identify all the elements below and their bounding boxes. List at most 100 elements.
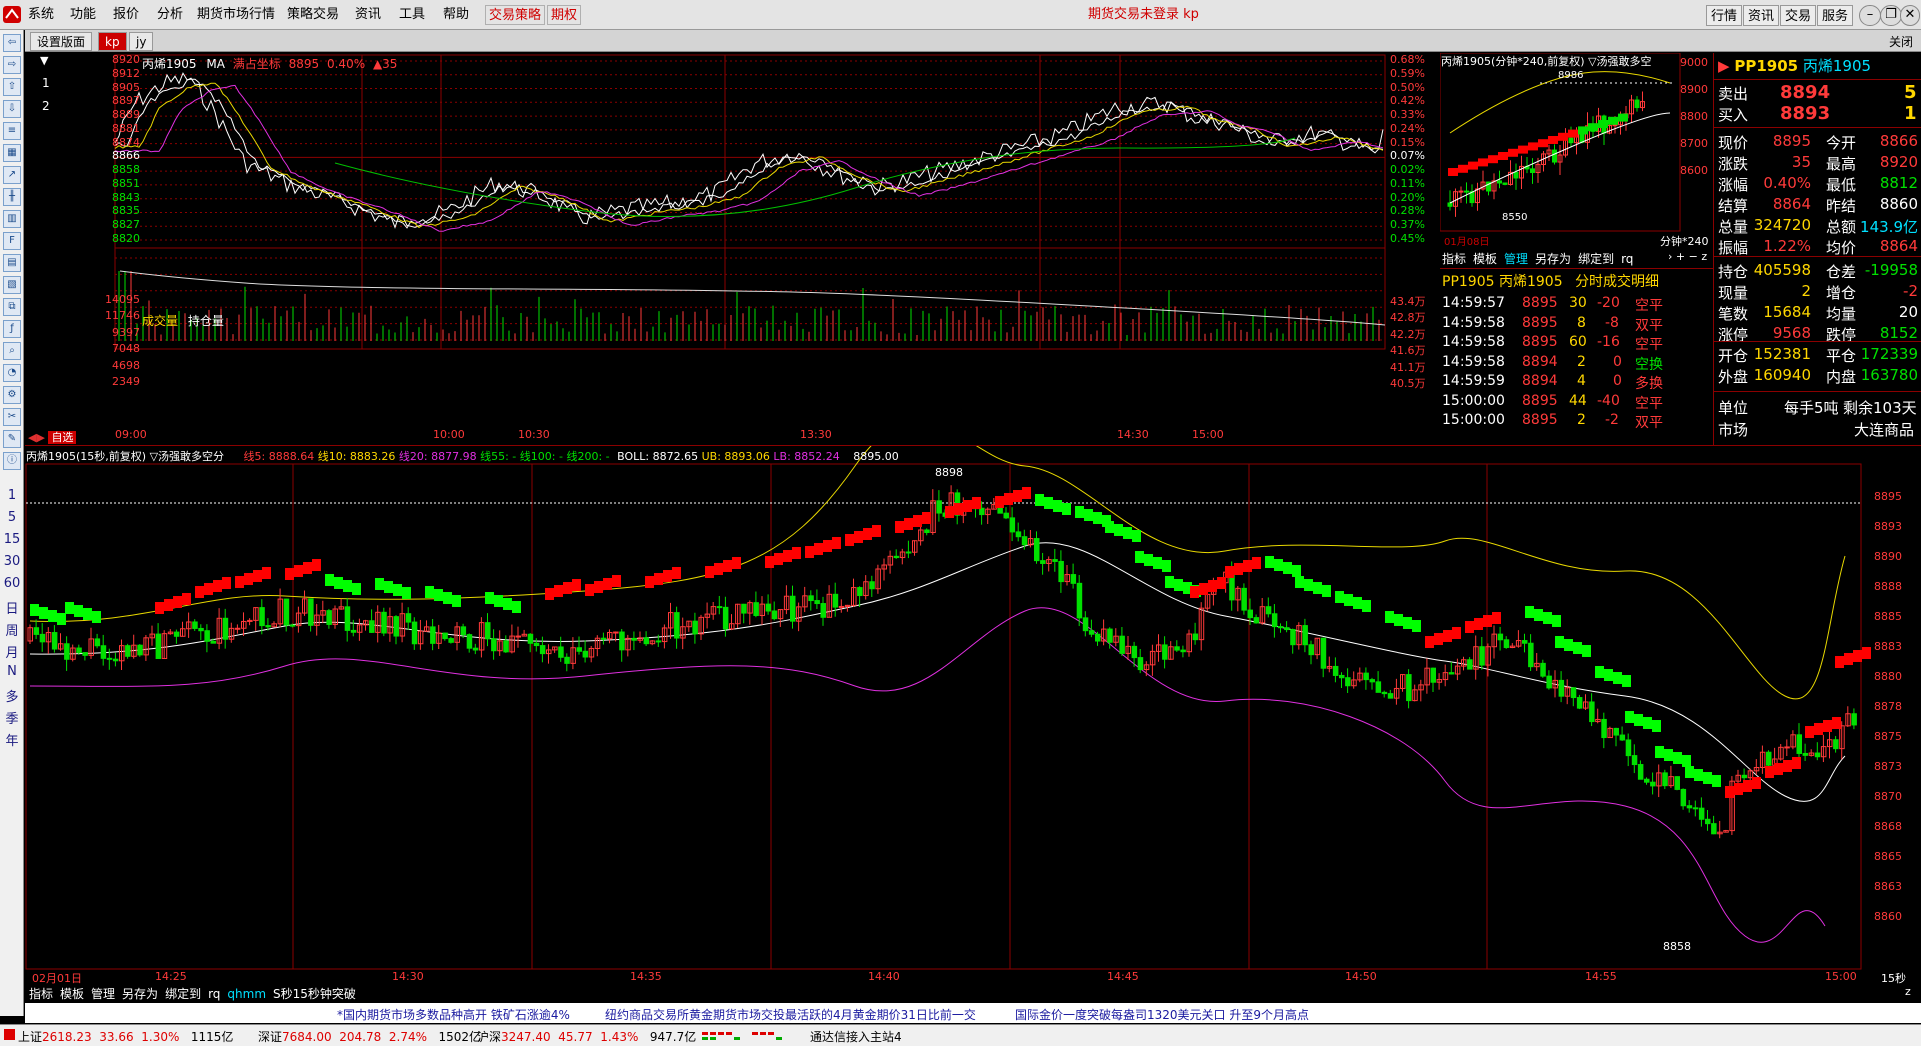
- menu-system[interactable]: 系统: [28, 5, 54, 25]
- plus-icon[interactable]: +: [1676, 250, 1685, 263]
- kline-candle: [173, 631, 180, 637]
- menu-news[interactable]: 资讯: [355, 5, 381, 25]
- menu-analysis[interactable]: 分析: [157, 5, 183, 25]
- sh-index[interactable]: 上证2618.23 33.66 1.30% 1115亿: [18, 1028, 233, 1045]
- formula-icon[interactable]: ƒ: [3, 320, 21, 338]
- candle-icon[interactable]: ╫: [3, 188, 21, 206]
- info-icon[interactable]: ⓘ: [3, 452, 21, 470]
- mini-step: [1528, 142, 1538, 151]
- period-30[interactable]: 30: [2, 554, 22, 569]
- news-button[interactable]: 资讯: [1743, 5, 1780, 26]
- hs-index[interactable]: 沪深3247.40 45.77 1.43% 947.7亿: [477, 1028, 696, 1045]
- trade-button[interactable]: 交易: [1780, 5, 1817, 26]
- kline-candle: [936, 500, 942, 514]
- bar-icon[interactable]: ▥: [3, 210, 21, 228]
- period-month[interactable]: 月: [2, 642, 22, 661]
- menu-options[interactable]: 期权: [547, 5, 582, 25]
- mini-tool-indicator[interactable]: 指标: [1442, 252, 1466, 266]
- period-year[interactable]: 年: [2, 730, 22, 749]
- kline-ma100: 线100: -: [519, 450, 563, 463]
- period-n[interactable]: N: [2, 664, 22, 679]
- line-chart-icon[interactable]: ↗: [3, 166, 21, 184]
- z-icon[interactable]: z: [1905, 985, 1911, 998]
- period-1[interactable]: 1: [2, 488, 22, 503]
- minus-icon[interactable]: −: [1689, 250, 1698, 263]
- quote-button[interactable]: 行情: [1706, 5, 1743, 26]
- kline-candle: [1345, 677, 1351, 687]
- tab-kp[interactable]: kp: [98, 32, 127, 51]
- z-icon[interactable]: z: [1701, 250, 1707, 263]
- trend-step-block: [155, 602, 164, 614]
- mini-tool-manage[interactable]: 管理: [1504, 252, 1528, 266]
- close-icon[interactable]: ✕: [1900, 5, 1920, 26]
- kline-tool-template[interactable]: 模板: [60, 987, 84, 1001]
- kline-candle: [753, 602, 759, 617]
- connection-status[interactable]: 通达信接入主站4: [810, 1028, 902, 1045]
- period-5[interactable]: 5: [2, 510, 22, 525]
- menu-strategy-trading[interactable]: 策略交易: [287, 5, 339, 25]
- menu-trading-strategy[interactable]: 交易策略: [485, 5, 546, 25]
- tab-layout-settings[interactable]: 设置版面: [30, 32, 93, 51]
- quote-label: 总量: [1718, 218, 1749, 236]
- menu-quote[interactable]: 报价: [113, 5, 139, 25]
- tab-jy[interactable]: jy: [129, 32, 154, 51]
- time-tick: 14:30: [1117, 428, 1149, 441]
- period-60[interactable]: 60: [2, 576, 22, 591]
- up-arrow-icon[interactable]: ⇧: [3, 78, 21, 96]
- kline-tool-bind[interactable]: 绑定到: [165, 987, 201, 1001]
- grid-icon[interactable]: ▦: [3, 144, 21, 162]
- volume-tick: 2349: [112, 375, 140, 388]
- forward-arrow-icon[interactable]: ⇨: [3, 56, 21, 74]
- table-icon[interactable]: ▤: [3, 254, 21, 272]
- kline-candle: [1637, 764, 1644, 780]
- mini-tool-template[interactable]: 模板: [1473, 252, 1497, 266]
- news-item[interactable]: 国际金价一度突破每盎司1320美元关口 升至9个月高点: [1015, 1006, 1309, 1023]
- minimize-icon[interactable]: –: [1859, 5, 1881, 26]
- mini-tool-bind[interactable]: 绑定到: [1578, 252, 1614, 266]
- search-icon[interactable]: ⌕: [3, 342, 21, 360]
- menu-futures-market[interactable]: 期货市场行情: [197, 5, 275, 25]
- kline-tool-saveas[interactable]: 另存为: [122, 987, 158, 1001]
- news-item[interactable]: 纽约商品交易所黄金期货市场交投最活跃的4月黄金期价31日比前一交: [605, 1006, 976, 1023]
- tab-favorites[interactable]: 自选: [48, 431, 77, 444]
- compare-icon[interactable]: ⧉: [3, 298, 21, 316]
- menu-tools[interactable]: 工具: [399, 5, 425, 25]
- dropdown-caret-icon[interactable]: ▼: [40, 54, 48, 67]
- news-item[interactable]: *国内期货市场多数品种高开 铁矿石涨逾4%: [337, 1006, 570, 1023]
- tick-type: 空平: [1635, 337, 1663, 353]
- settings-icon[interactable]: ⚙: [3, 386, 21, 404]
- doc-icon[interactable]: ▧: [3, 276, 21, 294]
- list-icon[interactable]: ≡: [3, 122, 21, 140]
- tools-icon[interactable]: ✂: [3, 408, 21, 426]
- trend-step-block: [1483, 615, 1492, 627]
- period-15[interactable]: 15: [2, 532, 22, 547]
- down-arrow-icon[interactable]: ⇩: [3, 100, 21, 118]
- service-button[interactable]: 服务: [1817, 5, 1854, 26]
- kline-tool-rq[interactable]: rq: [208, 987, 220, 1001]
- kline-tool-qhmm[interactable]: qhmm: [227, 987, 266, 1001]
- f10-icon[interactable]: F: [3, 232, 21, 250]
- layout-number-1[interactable]: 1: [42, 76, 50, 90]
- sz-index[interactable]: 深证7684.00 204.78 2.74% 1502亿: [258, 1028, 481, 1045]
- mini-tool-rq[interactable]: rq: [1621, 252, 1633, 266]
- mini-tool-saveas[interactable]: 另存为: [1535, 252, 1571, 266]
- period-day[interactable]: 日: [2, 598, 22, 617]
- kline-tool-manage[interactable]: 管理: [91, 987, 115, 1001]
- back-arrow-icon[interactable]: ⇦: [3, 34, 21, 52]
- alarm-icon[interactable]: ◔: [3, 364, 21, 382]
- restore-icon[interactable]: ❐: [1880, 5, 1902, 26]
- period-week[interactable]: 周: [2, 620, 22, 639]
- period-multi[interactable]: 多: [2, 686, 22, 705]
- layout-number-2[interactable]: 2: [42, 99, 50, 113]
- trend-step-block: [563, 582, 572, 594]
- close-layout-button[interactable]: 关闭: [1889, 33, 1913, 50]
- kline-candle: [265, 625, 271, 628]
- kline-tool-breakout[interactable]: S秒15秒钟突破: [273, 987, 356, 1001]
- kline-tool-indicator[interactable]: 指标: [29, 987, 53, 1001]
- next-arrow-icon[interactable]: ▶: [36, 431, 44, 444]
- menu-help[interactable]: 帮助: [443, 5, 469, 25]
- period-quarter[interactable]: 季: [2, 708, 22, 727]
- menu-function[interactable]: 功能: [70, 5, 96, 25]
- price-tick: 8851: [112, 176, 140, 190]
- chevron-right-icon[interactable]: ›: [1668, 250, 1672, 263]
